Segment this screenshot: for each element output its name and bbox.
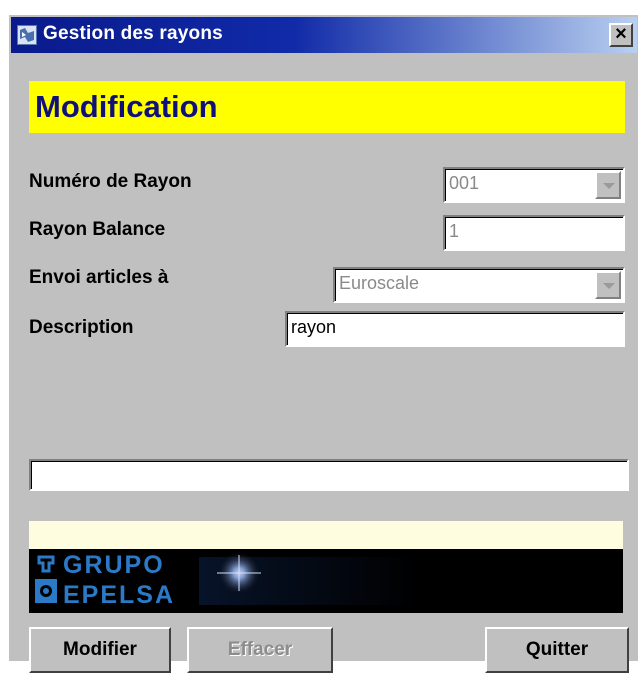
envoi-articles-value: Euroscale — [339, 273, 420, 293]
numero-rayon-combo: 001 — [443, 167, 625, 203]
chevron-down-icon — [595, 171, 621, 199]
effacer-button[interactable]: Effacer — [187, 627, 333, 673]
message-field[interactable] — [29, 459, 629, 491]
numero-rayon-label: Numéro de Rayon — [29, 171, 192, 192]
scale-logo-icon — [35, 555, 57, 603]
logo-text-epelsa: EPELSA — [63, 581, 176, 609]
dialog-window: Gestion des rayons × Modification Numéro… — [8, 14, 638, 673]
mode-title: Modification — [35, 89, 218, 124]
description-label: Description — [29, 317, 134, 338]
description-field[interactable]: rayon — [285, 311, 625, 347]
rayon-balance-field: 1 — [443, 215, 625, 251]
rayon-balance-value: 1 — [449, 221, 460, 241]
window-title: Gestion des rayons — [43, 23, 223, 44]
quitter-button[interactable]: Quitter — [485, 627, 629, 673]
numero-rayon-value: 001 — [449, 173, 480, 193]
status-bar — [29, 521, 623, 549]
logo-text-grupo: GRUPO — [63, 551, 165, 579]
title-bar[interactable]: Gestion des rayons × — [11, 17, 637, 53]
company-logo: GRUPO EPELSA — [29, 549, 623, 613]
close-button[interactable]: × — [609, 23, 633, 47]
chevron-down-icon — [595, 271, 621, 299]
mode-banner: Modification — [29, 81, 625, 133]
close-icon: × — [615, 23, 627, 45]
envoi-articles-combo: Euroscale — [333, 267, 625, 303]
description-value[interactable]: rayon — [291, 317, 336, 338]
modifier-button[interactable]: Modifier — [29, 627, 171, 673]
rayon-balance-label: Rayon Balance — [29, 219, 166, 240]
envoi-articles-label: Envoi articles à — [29, 267, 169, 288]
app-window-icon — [17, 25, 37, 45]
